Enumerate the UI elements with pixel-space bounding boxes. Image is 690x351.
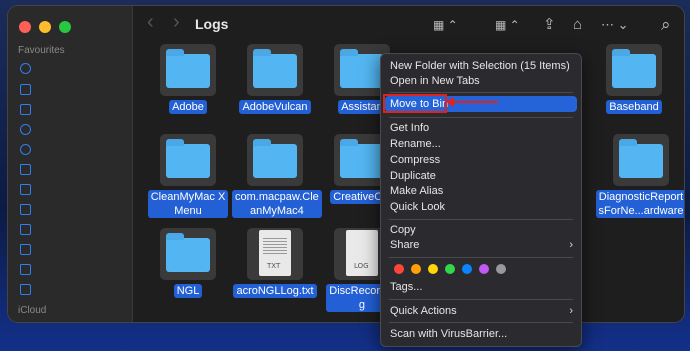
file-item-ngl[interactable]: NGL	[145, 228, 231, 299]
folder-icon	[606, 44, 662, 96]
menu-separator	[389, 257, 573, 258]
annotation-highlight-box	[383, 94, 447, 113]
tag-button[interactable]: ⌂	[573, 16, 582, 34]
search-button[interactable]: ⌕	[661, 16, 671, 34]
tag-red-button[interactable]	[394, 264, 404, 274]
finder-window: Favourites iCloud ‹ › Logs ▦ ⌃ ▦ ⌃ ⇪ ⌂ ⋯…	[8, 6, 684, 322]
folder-icon[interactable]	[20, 204, 31, 215]
file-label: com.macpaw.Cle anMyMac4	[232, 190, 322, 218]
txt-file-icon: TXT	[247, 228, 303, 280]
folder-icon[interactable]	[20, 164, 31, 175]
menu-separator	[389, 322, 573, 323]
annotation-arrowhead	[446, 97, 454, 107]
file-label: AdobeVulcan	[239, 100, 311, 114]
menu-separator	[389, 92, 573, 93]
window-controls	[19, 21, 71, 33]
more-actions-button[interactable]: ⋯ ⌄	[601, 16, 629, 34]
file-label: Assistan	[338, 100, 386, 114]
menu-item-scan-with-virusbarrier[interactable]: Scan with VirusBarrier...	[390, 327, 507, 342]
share-button[interactable]: ⇪	[543, 16, 556, 34]
file-label: DiagnosticReport sForNe...ardware	[595, 190, 684, 218]
folder-icon	[160, 134, 216, 186]
menu-item-duplicate[interactable]: Duplicate	[390, 169, 436, 184]
menu-item-quick-actions[interactable]: Quick Actions	[390, 304, 457, 319]
close-button[interactable]	[19, 21, 31, 33]
sidebar-heading-favourites: Favourites	[18, 45, 65, 56]
folder-icon	[160, 228, 216, 280]
tag-green-button[interactable]	[445, 264, 455, 274]
file-item-acronngllog[interactable]: TXT acroNGLLog.txt	[232, 228, 318, 299]
menu-item-quick-look[interactable]: Quick Look	[390, 200, 445, 215]
forward-button[interactable]: ›	[173, 12, 180, 32]
folder-icon[interactable]	[20, 264, 31, 275]
chevron-right-icon: ›	[569, 239, 573, 251]
tag-yellow-button[interactable]	[428, 264, 438, 274]
folder-icon	[247, 44, 303, 96]
tag-blue-button[interactable]	[462, 264, 472, 274]
menu-item-tags[interactable]: Tags...	[390, 280, 422, 295]
sidebar: Favourites iCloud	[8, 6, 133, 322]
download-icon[interactable]	[20, 124, 31, 135]
chevron-right-icon: ›	[569, 305, 573, 317]
clock-icon[interactable]	[20, 63, 31, 74]
tag-purple-button[interactable]	[479, 264, 489, 274]
group-options-button[interactable]: ▦ ⌃	[495, 16, 520, 34]
folder-icon	[613, 134, 669, 186]
annotation-arrow	[450, 101, 498, 103]
document-icon[interactable]	[20, 104, 31, 115]
view-options-button[interactable]: ▦ ⌃	[433, 16, 458, 34]
toolbar: ‹ › Logs ▦ ⌃ ▦ ⌃ ⇪ ⌂ ⋯ ⌄ ⌕	[133, 6, 684, 44]
window-title: Logs	[195, 16, 229, 32]
tag-gray-button[interactable]	[496, 264, 506, 274]
folder-icon[interactable]	[20, 224, 31, 235]
file-item-cleanmymac[interactable]: CleanMyMac X Menu	[145, 134, 231, 219]
menu-separator	[389, 117, 573, 118]
file-label: acroNGLLog.txt	[233, 284, 317, 298]
user-icon[interactable]	[20, 144, 31, 155]
minimize-button[interactable]	[39, 21, 51, 33]
file-item-baseband[interactable]: Baseband	[591, 44, 677, 115]
file-label: NGL	[173, 284, 203, 298]
menu-separator	[389, 219, 573, 220]
folder-icon[interactable]	[20, 244, 31, 255]
menu-item-compress[interactable]: Compress	[390, 153, 440, 168]
menu-item-rename[interactable]: Rename...	[390, 137, 441, 152]
file-item-adobe[interactable]: Adobe	[145, 44, 231, 115]
menu-separator	[389, 299, 573, 300]
menu-item-make-alias[interactable]: Make Alias	[390, 184, 443, 199]
tag-orange-button[interactable]	[411, 264, 421, 274]
menu-item-new-folder-with-selection[interactable]: New Folder with Selection (15 Items)	[390, 59, 570, 74]
file-item-diagnosticreports[interactable]: DiagnosticReport sForNe...ardware	[591, 134, 684, 219]
menu-item-get-info[interactable]: Get Info	[390, 121, 429, 136]
folder-icon[interactable]	[20, 284, 31, 295]
menu-item-share[interactable]: Share	[390, 238, 419, 253]
back-button[interactable]: ‹	[147, 12, 154, 32]
desktop-icon[interactable]	[20, 84, 31, 95]
folder-icon	[160, 44, 216, 96]
menu-item-open-in-new-tabs[interactable]: Open in New Tabs	[390, 74, 480, 89]
file-label: Adobe	[169, 100, 207, 114]
folder-icon	[247, 134, 303, 186]
folder-icon[interactable]	[20, 184, 31, 195]
file-label: CleanMyMac X Menu	[147, 190, 229, 218]
file-item-adobevulcan[interactable]: AdobeVulcan	[232, 44, 318, 115]
sidebar-heading-icloud: iCloud	[18, 305, 47, 316]
menu-item-copy[interactable]: Copy	[390, 223, 416, 238]
zoom-button[interactable]	[59, 21, 71, 33]
file-item-commacpaw[interactable]: com.macpaw.Cle anMyMac4	[232, 134, 322, 219]
file-label: Baseband	[606, 100, 662, 114]
